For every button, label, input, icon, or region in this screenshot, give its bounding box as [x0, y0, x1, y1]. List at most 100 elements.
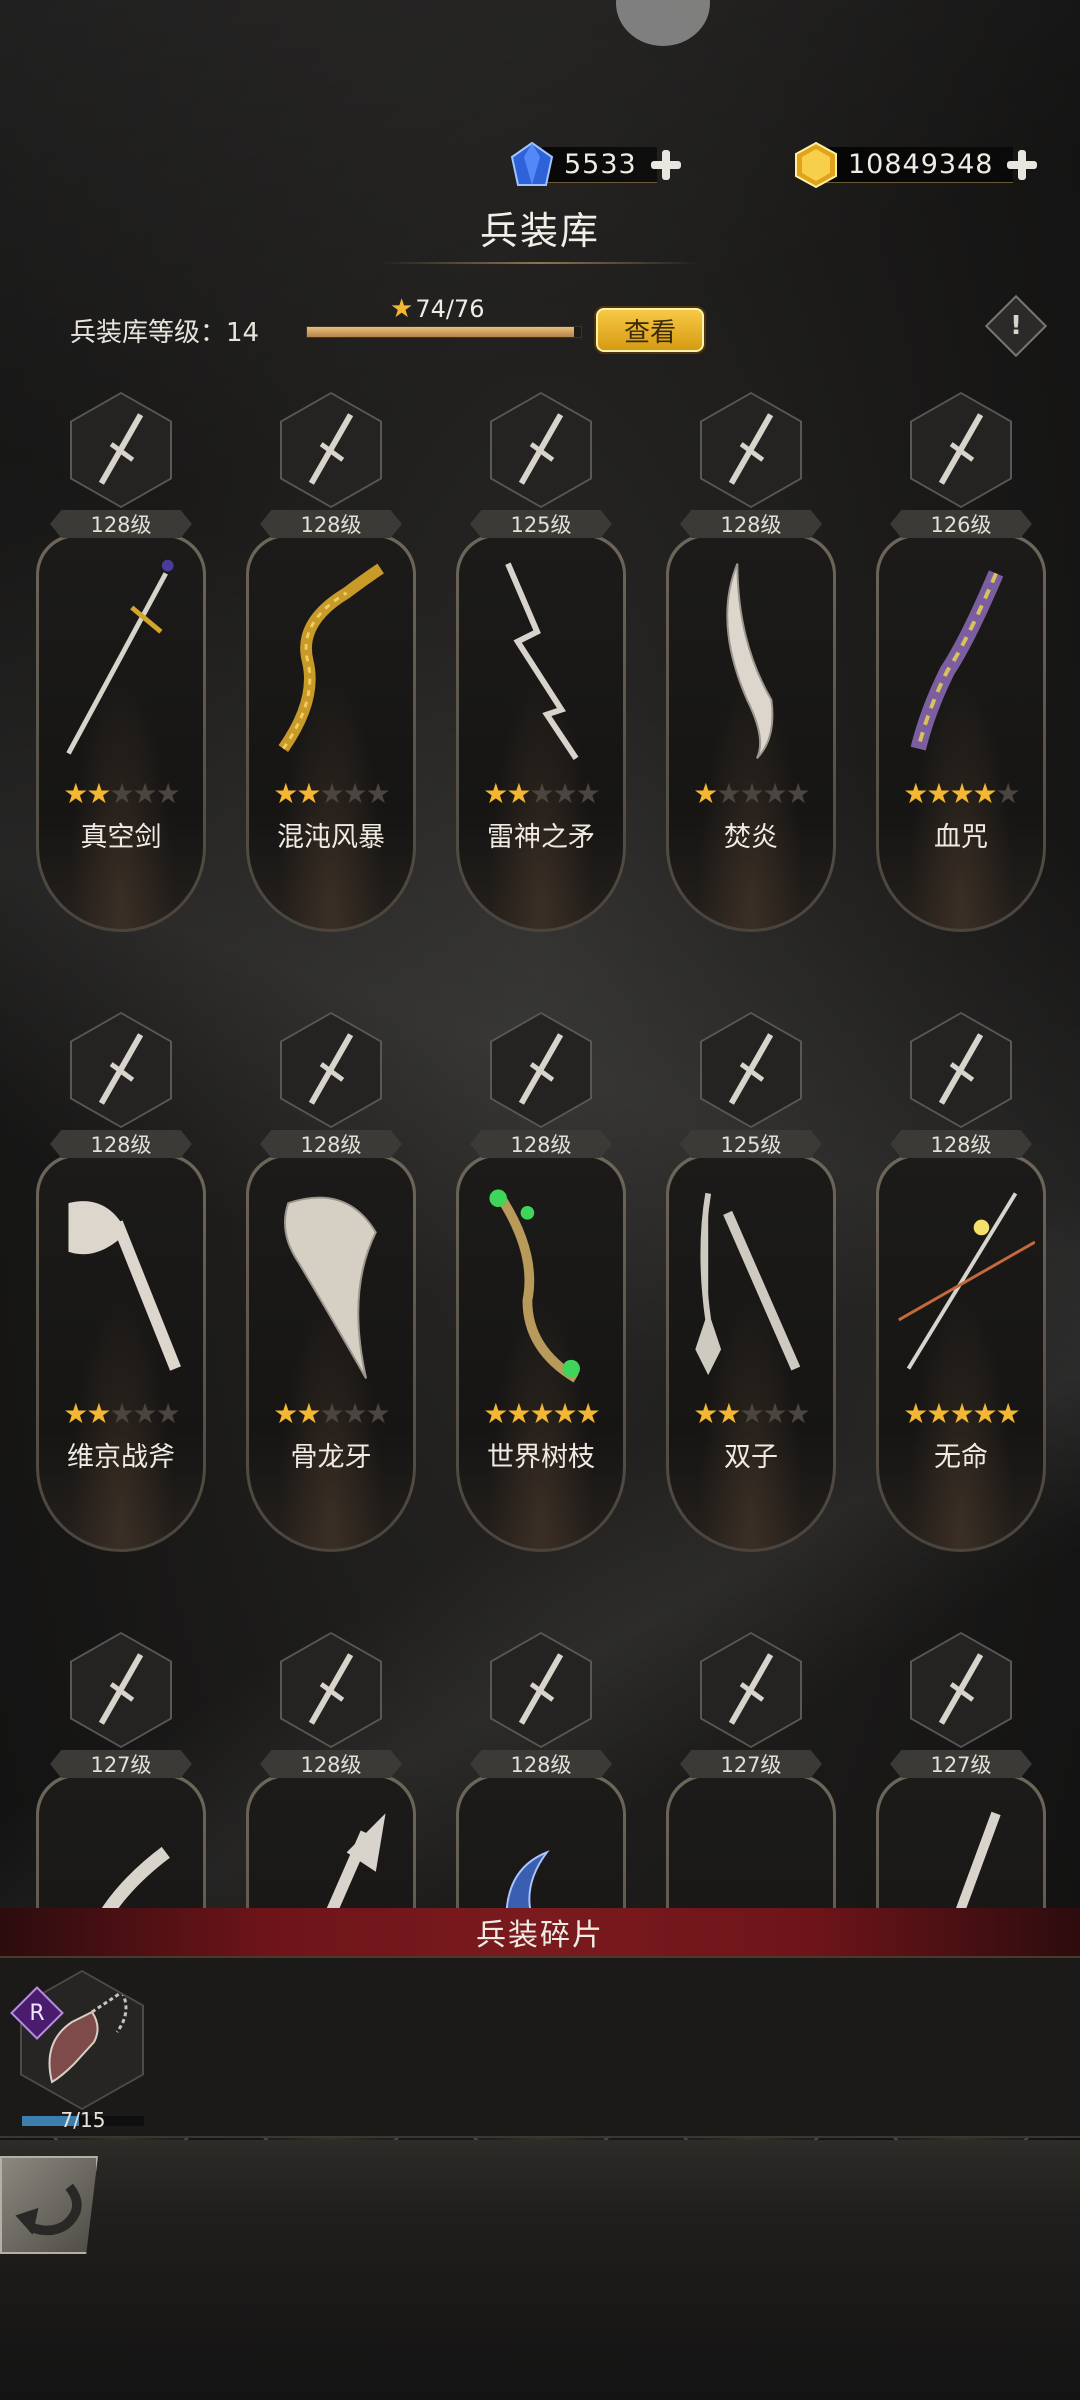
weapon-name: 世界树枝 — [487, 1442, 595, 1473]
weapon-pod: ★★★★★ 混沌风暴 — [246, 534, 416, 932]
star-icon: ★ — [342, 1397, 368, 1430]
weapon-level: 128级 — [680, 510, 822, 538]
star-icon: ★ — [390, 294, 414, 324]
star-icon: ★ — [63, 1397, 88, 1430]
gold-gem-icon — [795, 141, 837, 189]
star-rating: ★★★★★ — [879, 777, 1043, 810]
star-icon: ★ — [716, 777, 741, 810]
star-icon: ★ — [319, 1397, 344, 1430]
weapon-pod: ★★★★★ 维京战斧 — [36, 1154, 206, 1552]
weapon-art-icon — [68, 1201, 181, 1371]
weapon-name: 骨龙牙 — [290, 1442, 372, 1473]
armory-progress-fill — [307, 327, 574, 337]
star-icon: ★ — [109, 1397, 134, 1430]
star-icon: ★ — [785, 1397, 811, 1430]
back-button[interactable] — [0, 2156, 98, 2254]
star-icon: ★ — [132, 1397, 158, 1430]
back-arrow-icon — [15, 2183, 82, 2236]
star-rating: ★★★★★ — [249, 1397, 413, 1430]
gem-currency: 5533 — [508, 140, 683, 190]
weapon-art-icon — [726, 563, 774, 760]
star-icon: ★ — [63, 777, 88, 810]
star-icon: ★ — [903, 1397, 928, 1430]
gem-count: 5533 — [542, 147, 657, 183]
star-icon: ★ — [575, 777, 601, 810]
star-rating: ★★★★★ — [39, 1397, 203, 1430]
star-icon: ★ — [483, 777, 508, 810]
armory-progress-bar — [306, 326, 582, 338]
star-icon: ★ — [903, 777, 928, 810]
star-rating: ★★★★★ — [459, 777, 623, 810]
weapon-level: 127级 — [890, 1750, 1032, 1778]
star-icon: ★ — [273, 1397, 298, 1430]
weapon-level: 128级 — [260, 1130, 402, 1158]
weapon-pod: ★★★★★ 雷神之矛 — [456, 534, 626, 932]
star-icon: ★ — [693, 1397, 718, 1430]
gold-count: 10849348 — [826, 147, 1014, 183]
exclamation-icon: ! — [1010, 311, 1022, 341]
title-divider — [380, 262, 700, 264]
star-rating: ★★★★★ — [669, 1397, 833, 1430]
weapon-art-icon — [505, 562, 579, 760]
weapon-name: 血咒 — [934, 822, 988, 853]
add-gems-plus-icon[interactable] — [649, 148, 683, 182]
star-icon: ★ — [273, 777, 298, 810]
star-icon: ★ — [529, 1397, 554, 1430]
weapon-name: 混沌风暴 — [277, 822, 385, 853]
star-rating: ★★★★★ — [249, 777, 413, 810]
add-gold-plus-icon[interactable] — [1005, 148, 1039, 182]
star-icon: ★ — [296, 1397, 321, 1430]
view-button[interactable]: 查看 — [596, 308, 704, 352]
armory-level-label: 兵装库等级：14 — [70, 318, 260, 348]
weapon-name: 双子 — [724, 1442, 778, 1473]
star-icon: ★ — [506, 777, 531, 810]
star-icon: ★ — [995, 777, 1021, 810]
star-icon: ★ — [296, 777, 321, 810]
star-icon: ★ — [926, 1397, 951, 1430]
weapon-name: 雷神之矛 — [487, 822, 595, 853]
weapon-level: 128级 — [260, 1750, 402, 1778]
star-icon: ★ — [716, 1397, 741, 1430]
star-icon: ★ — [995, 1397, 1021, 1430]
star-icon: ★ — [483, 1397, 508, 1430]
armory-progress-value: 74/76 — [415, 295, 485, 323]
star-icon: ★ — [86, 777, 111, 810]
weapon-name: 无命 — [934, 1442, 988, 1473]
armory-progress-text: ★ 74/76 — [390, 294, 484, 324]
star-icon: ★ — [693, 777, 718, 810]
bottom-bar — [0, 2140, 1080, 2400]
star-icon: ★ — [762, 777, 788, 810]
star-icon: ★ — [575, 1397, 601, 1430]
weapon-level: 128级 — [50, 510, 192, 538]
star-icon: ★ — [86, 1397, 111, 1430]
weapon-pod: ★★★★★ 血咒 — [876, 534, 1046, 932]
weapon-level: 126级 — [890, 510, 1032, 538]
fragments-panel: R 7/15 — [0, 1958, 1080, 2138]
weapon-pod: ★★★★★ 双子 — [666, 1154, 836, 1552]
star-icon: ★ — [365, 777, 391, 810]
star-icon: ★ — [552, 1397, 578, 1430]
weapon-art-icon — [910, 570, 1004, 751]
star-rating: ★★★★★ — [459, 1397, 623, 1430]
star-icon: ★ — [155, 777, 181, 810]
weapon-level: 125级 — [680, 1130, 822, 1158]
weapon-pod: ★★★★★ 世界树枝 — [456, 1154, 626, 1552]
weapon-art-icon — [489, 1189, 580, 1383]
weapon-art-icon — [278, 563, 384, 752]
star-icon: ★ — [342, 777, 368, 810]
weapon-level: 127级 — [680, 1750, 822, 1778]
weapon-name: 真空剑 — [80, 822, 162, 853]
weapon-pod: ★★★★★ 骨龙牙 — [246, 1154, 416, 1552]
star-rating: ★★★★★ — [669, 777, 833, 810]
star-icon: ★ — [972, 777, 998, 810]
star-icon: ★ — [762, 1397, 788, 1430]
star-icon: ★ — [132, 777, 158, 810]
star-rating: ★★★★★ — [879, 1397, 1043, 1430]
weapon-art-icon — [898, 1192, 1035, 1370]
weapon-art-icon — [695, 1192, 801, 1376]
star-rating: ★★★★★ — [39, 777, 203, 810]
star-icon: ★ — [972, 1397, 998, 1430]
weapon-name: 维京战斧 — [67, 1442, 175, 1473]
star-icon: ★ — [506, 1397, 531, 1430]
blue-gem-icon — [510, 141, 554, 186]
